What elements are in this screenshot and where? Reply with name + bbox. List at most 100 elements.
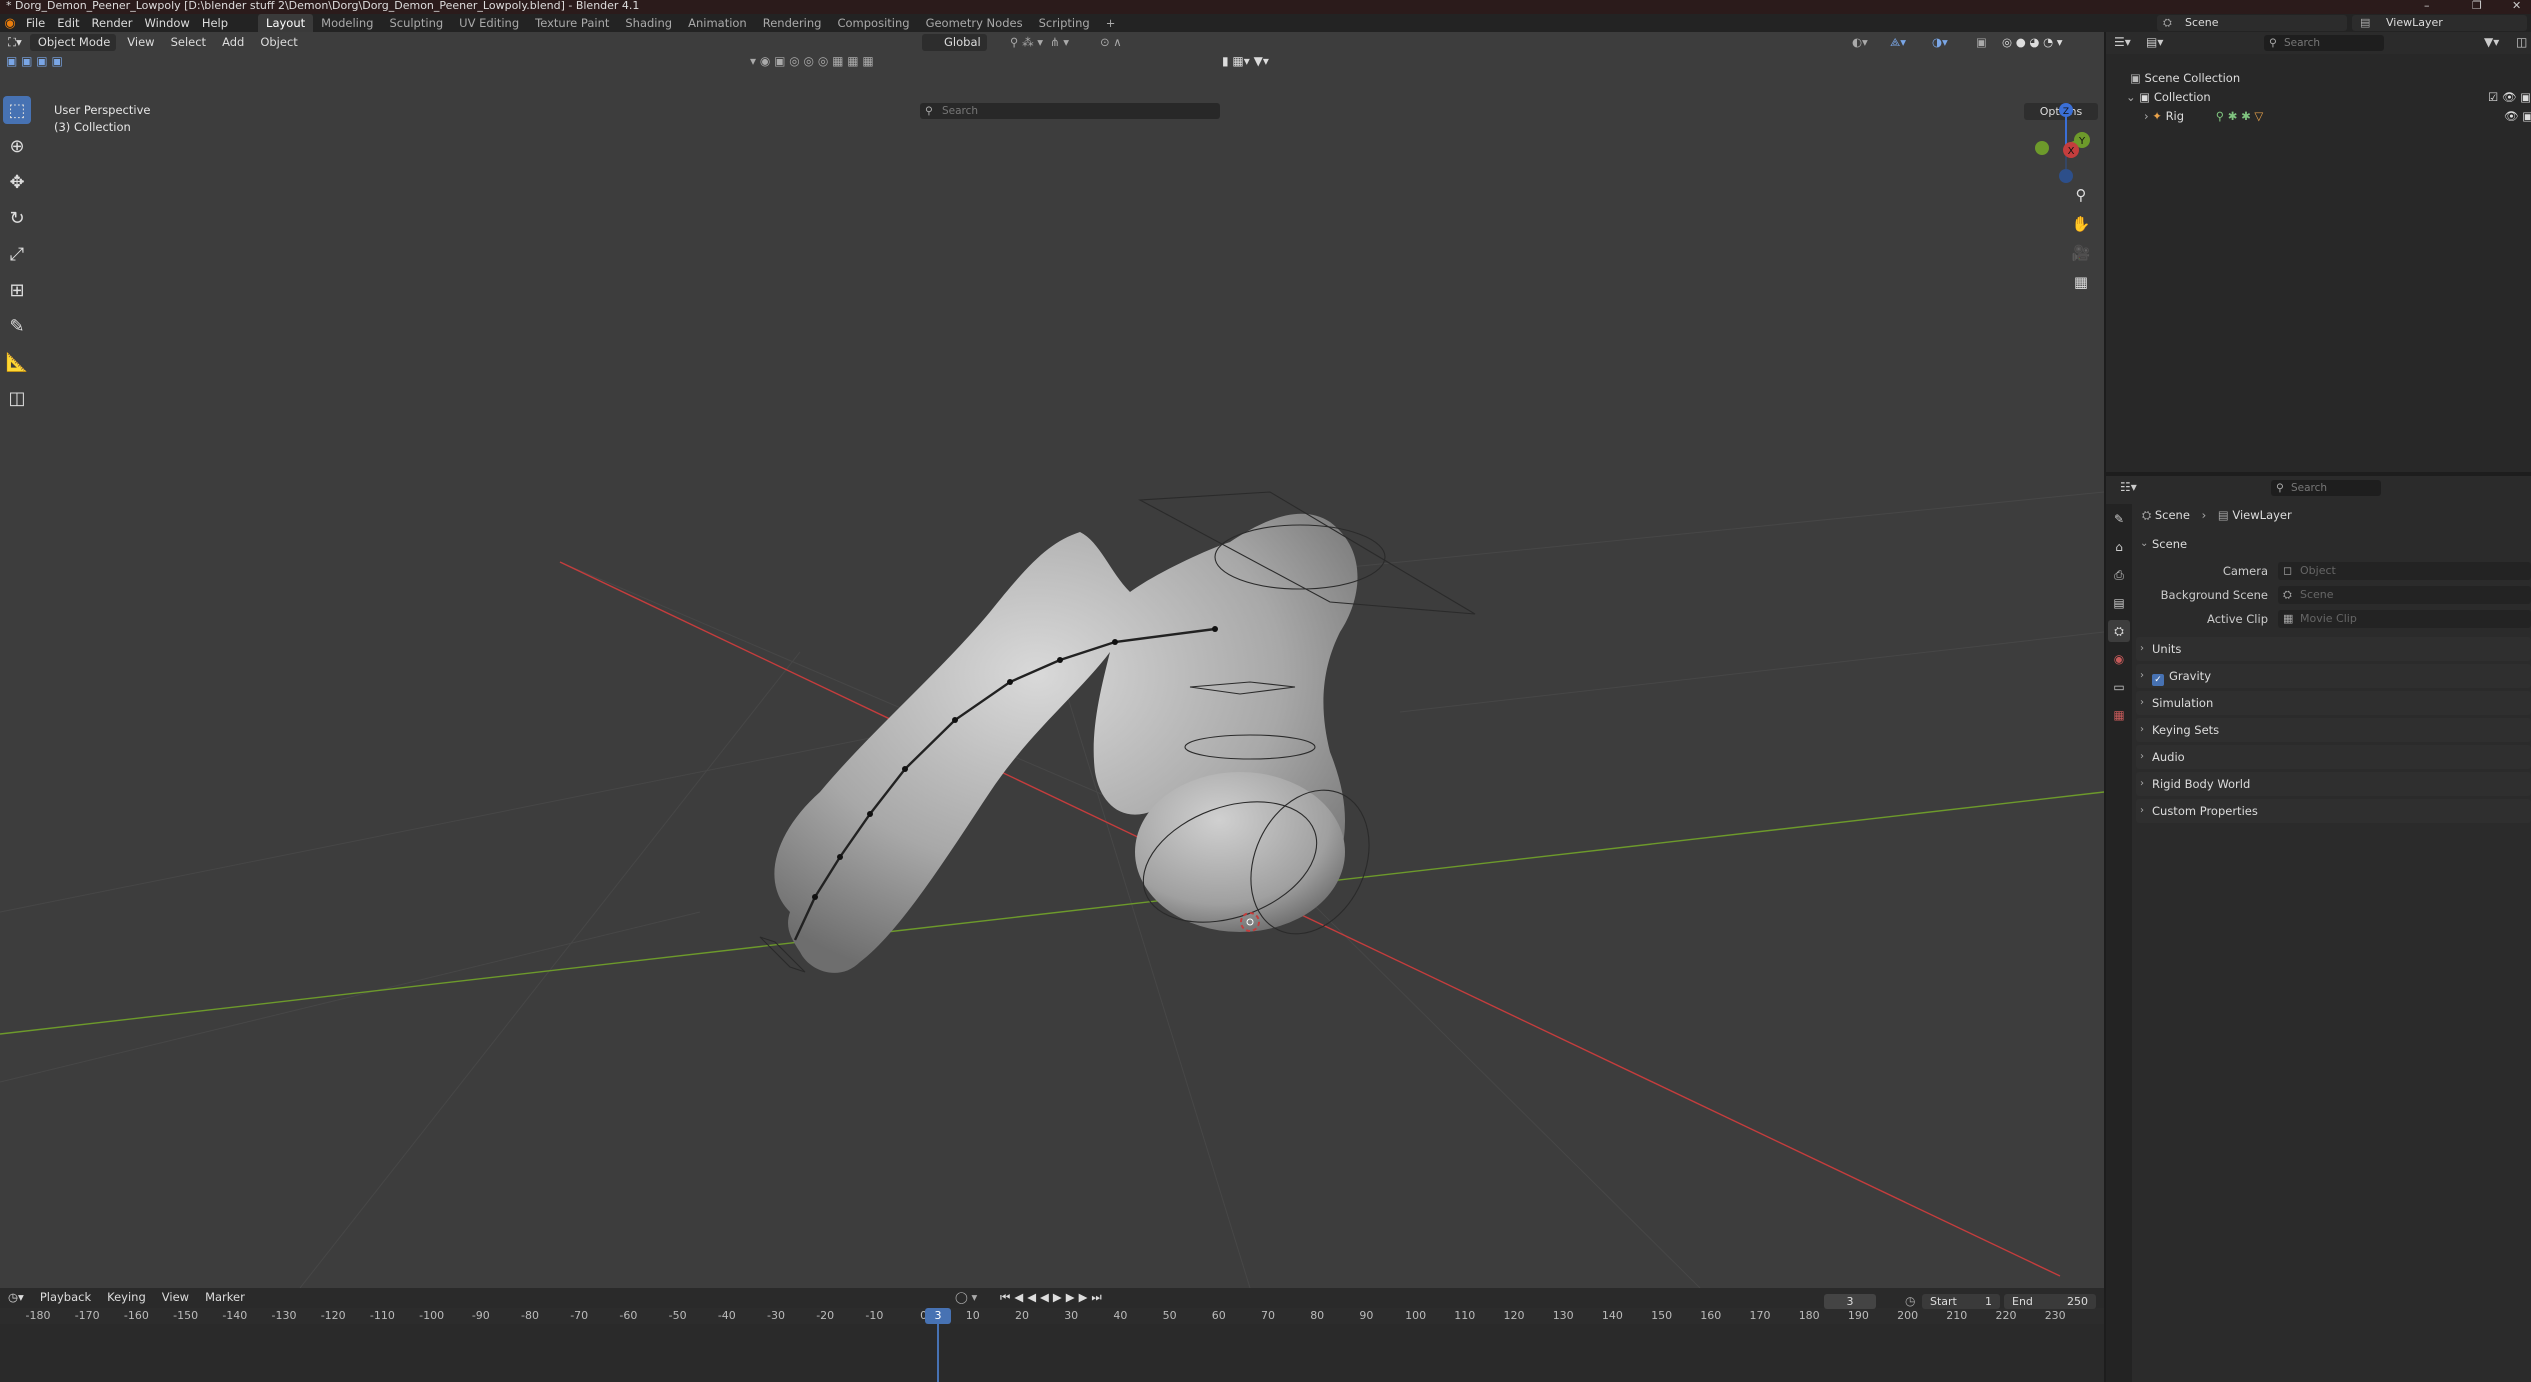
- world-tab-icon[interactable]: ◉: [2108, 648, 2130, 670]
- view-menu[interactable]: View: [119, 34, 162, 51]
- playback-menu[interactable]: Playback: [32, 1289, 99, 1306]
- scene-panel-header[interactable]: ⌄ Scene: [2136, 532, 2531, 556]
- selection-mode-icons[interactable]: ▣ ▣ ▣ ▣: [6, 54, 63, 68]
- rig-modifier-icons[interactable]: ⚲ ✱ ✱: [2216, 109, 2255, 123]
- camera-field[interactable]: ◻ Object: [2278, 562, 2531, 580]
- annotate-icon[interactable]: ✎: [3, 312, 31, 340]
- outliner-row-scene-collection[interactable]: ▣ Scene Collection: [2106, 69, 2531, 88]
- menu-render[interactable]: Render: [86, 14, 139, 32]
- audio-section[interactable]: › Audio: [2136, 745, 2531, 769]
- bookmark-icon[interactable]: ▮ ▦▾ ▼▾: [1222, 54, 1269, 68]
- add-cube-icon[interactable]: ◫: [3, 384, 31, 412]
- menu-edit[interactable]: Edit: [51, 14, 85, 32]
- outliner-row-collection[interactable]: ⌄ ▣ Collection ☑ 👁 ▣: [2106, 88, 2531, 107]
- start-frame-field[interactable]: Start 1: [1922, 1294, 2000, 1309]
- select-menu[interactable]: Select: [163, 34, 214, 51]
- scene-tab-icon[interactable]: ⛭: [2108, 620, 2130, 642]
- select-box-icon[interactable]: ⬚: [3, 96, 31, 124]
- texture-tab-icon[interactable]: ▦: [2108, 704, 2130, 726]
- editor-type-icon[interactable]: ⛶▾: [0, 34, 30, 51]
- snap-icon[interactable]: ⋔ ▾: [1050, 35, 1069, 49]
- playback-controls-icon[interactable]: ⏮◀◀◀▶▶▶⏭: [1000, 1290, 1106, 1305]
- current-frame-field[interactable]: 3: [1824, 1294, 1876, 1309]
- visibility-icon[interactable]: ◐▾: [1852, 35, 1868, 49]
- 3d-viewport[interactable]: ⛶▾ Object Mode View Select Add Object Gl…: [0, 32, 2104, 1288]
- properties-search-input[interactable]: ⚲ Search: [2271, 480, 2381, 496]
- simulation-section[interactable]: › Simulation: [2136, 691, 2531, 715]
- current-frame-badge[interactable]: 3: [925, 1308, 951, 1324]
- xray-icon[interactable]: ▣: [1976, 35, 1987, 49]
- timeline-editor[interactable]: ◷▾ Playback Keying View Marker ◯ ▾ ⏮◀◀◀▶…: [0, 1288, 2104, 1382]
- rotate-icon[interactable]: ↻: [3, 204, 31, 232]
- viewport-search-input[interactable]: ⚲ Search: [920, 103, 1220, 119]
- timeline-editor-type-icon[interactable]: ◷▾: [0, 1289, 32, 1306]
- units-section[interactable]: › Units: [2136, 637, 2531, 661]
- background-scene-field[interactable]: ⛭ Scene: [2278, 586, 2531, 604]
- display-mode-icon[interactable]: ▤▾: [2146, 35, 2163, 49]
- gravity-checkbox[interactable]: ✓: [2152, 674, 2164, 686]
- zoom-icon[interactable]: ⚲: [2068, 182, 2094, 208]
- frame-ruler[interactable]: -180 -170 -160 -150 -140 -130 -120 -110 -100 -90 -…: [0, 1308, 2104, 1324]
- menu-help[interactable]: Help: [196, 14, 234, 32]
- active-clip-field[interactable]: ▦ Movie Clip: [2278, 610, 2531, 628]
- outliner-panel[interactable]: ☰▾ ▤▾ ⚲ Search ▼▾ ◫ ▣ Scene Collection ⌄…: [2106, 32, 2531, 472]
- blender-logo-icon[interactable]: ◉: [0, 16, 20, 31]
- collection-tab-icon[interactable]: ▭: [2108, 676, 2130, 698]
- pan-hand-icon[interactable]: ✋: [2068, 211, 2094, 237]
- tab-geometry-nodes[interactable]: Geometry Nodes: [918, 14, 1031, 32]
- move-icon[interactable]: ✥: [3, 168, 31, 196]
- camera-view-icon[interactable]: 🎥: [2068, 240, 2094, 266]
- tab-uv-editing[interactable]: UV Editing: [451, 14, 527, 32]
- viewlayer-selector[interactable]: ▤ ViewLayer: [2352, 15, 2527, 31]
- tab-layout[interactable]: Layout: [258, 14, 314, 32]
- add-workspace-button[interactable]: +: [1098, 14, 1124, 32]
- menu-window[interactable]: Window: [138, 14, 195, 32]
- scale-icon[interactable]: ⤢: [3, 240, 31, 268]
- new-collection-icon[interactable]: ◫: [2516, 35, 2527, 49]
- end-frame-field[interactable]: End 250: [2004, 1294, 2096, 1309]
- add-menu[interactable]: Add: [214, 34, 252, 51]
- viewport-scene[interactable]: [0, 32, 2104, 1288]
- maximize-button[interactable]: ❐: [2472, 0, 2482, 12]
- object-menu[interactable]: Object: [252, 34, 305, 51]
- visibility-eye-icon[interactable]: 👁 ▣: [2504, 107, 2531, 126]
- render-tab-icon[interactable]: ⌂: [2108, 536, 2130, 558]
- preview-range-icon[interactable]: ◷: [1905, 1294, 1915, 1308]
- tab-compositing[interactable]: Compositing: [829, 14, 917, 32]
- rigid-body-world-section[interactable]: › Rigid Body World: [2136, 772, 2531, 796]
- filter-visibility-icons[interactable]: ▾ ◉ ▣ ◎ ◎ ◎ ▦ ▦ ▦: [750, 54, 874, 68]
- tab-shading[interactable]: Shading: [617, 14, 680, 32]
- transform-icon[interactable]: ⊞: [3, 276, 31, 304]
- output-tab-icon[interactable]: ⎙: [2108, 564, 2130, 586]
- close-window-button[interactable]: ✕: [2512, 0, 2521, 12]
- menu-file[interactable]: File: [20, 14, 51, 32]
- expand-chevron-icon[interactable]: ⌄: [2126, 90, 2139, 104]
- breadcrumb-scene[interactable]: Scene: [2155, 508, 2190, 522]
- keying-menu[interactable]: Keying: [99, 1289, 154, 1306]
- tab-rendering[interactable]: Rendering: [755, 14, 830, 32]
- filter-icon[interactable]: ▼▾: [2484, 35, 2499, 49]
- scene-selector[interactable]: ⛭ Scene: [2157, 15, 2347, 31]
- exclude-checkbox[interactable]: ☑ 👁 ▣: [2488, 88, 2531, 107]
- ortho-grid-icon[interactable]: ▦: [2068, 269, 2094, 295]
- transform-orientation-dropdown[interactable]: Global: [922, 33, 987, 51]
- shading-modes[interactable]: ◎ ● ◕ ◔ ▾: [2002, 35, 2063, 49]
- minimize-button[interactable]: –: [2424, 0, 2430, 12]
- outliner-editor-type-icon[interactable]: ☰▾: [2114, 35, 2131, 49]
- tab-sculpting[interactable]: Sculpting: [381, 14, 451, 32]
- outliner-search-input[interactable]: ⚲ Search: [2264, 35, 2384, 51]
- properties-editor-type-icon[interactable]: ☷▾: [2120, 480, 2137, 494]
- timeline-view-menu[interactable]: View: [154, 1289, 197, 1306]
- tab-animation[interactable]: Animation: [680, 14, 755, 32]
- view-layer-tab-icon[interactable]: ▤: [2108, 592, 2130, 614]
- measure-icon[interactable]: 📐: [3, 348, 31, 376]
- marker-menu[interactable]: Marker: [197, 1289, 253, 1306]
- keying-sets-section[interactable]: › Keying Sets: [2136, 718, 2531, 742]
- custom-properties-section[interactable]: › Custom Properties: [2136, 799, 2531, 823]
- overlay-toggle-icon[interactable]: ◑▾: [1932, 35, 1948, 49]
- mode-dropdown[interactable]: Object Mode: [29, 33, 117, 51]
- auto-keying-icon[interactable]: ◯ ▾: [955, 1290, 977, 1304]
- tab-texture-paint[interactable]: Texture Paint: [527, 14, 617, 32]
- proportional-edit-icon[interactable]: ⊙ ∧: [1100, 35, 1122, 49]
- outliner-row-rig[interactable]: › ✦ Rig ⚲ ✱ ✱ ▽ 👁 ▣: [2106, 107, 2531, 126]
